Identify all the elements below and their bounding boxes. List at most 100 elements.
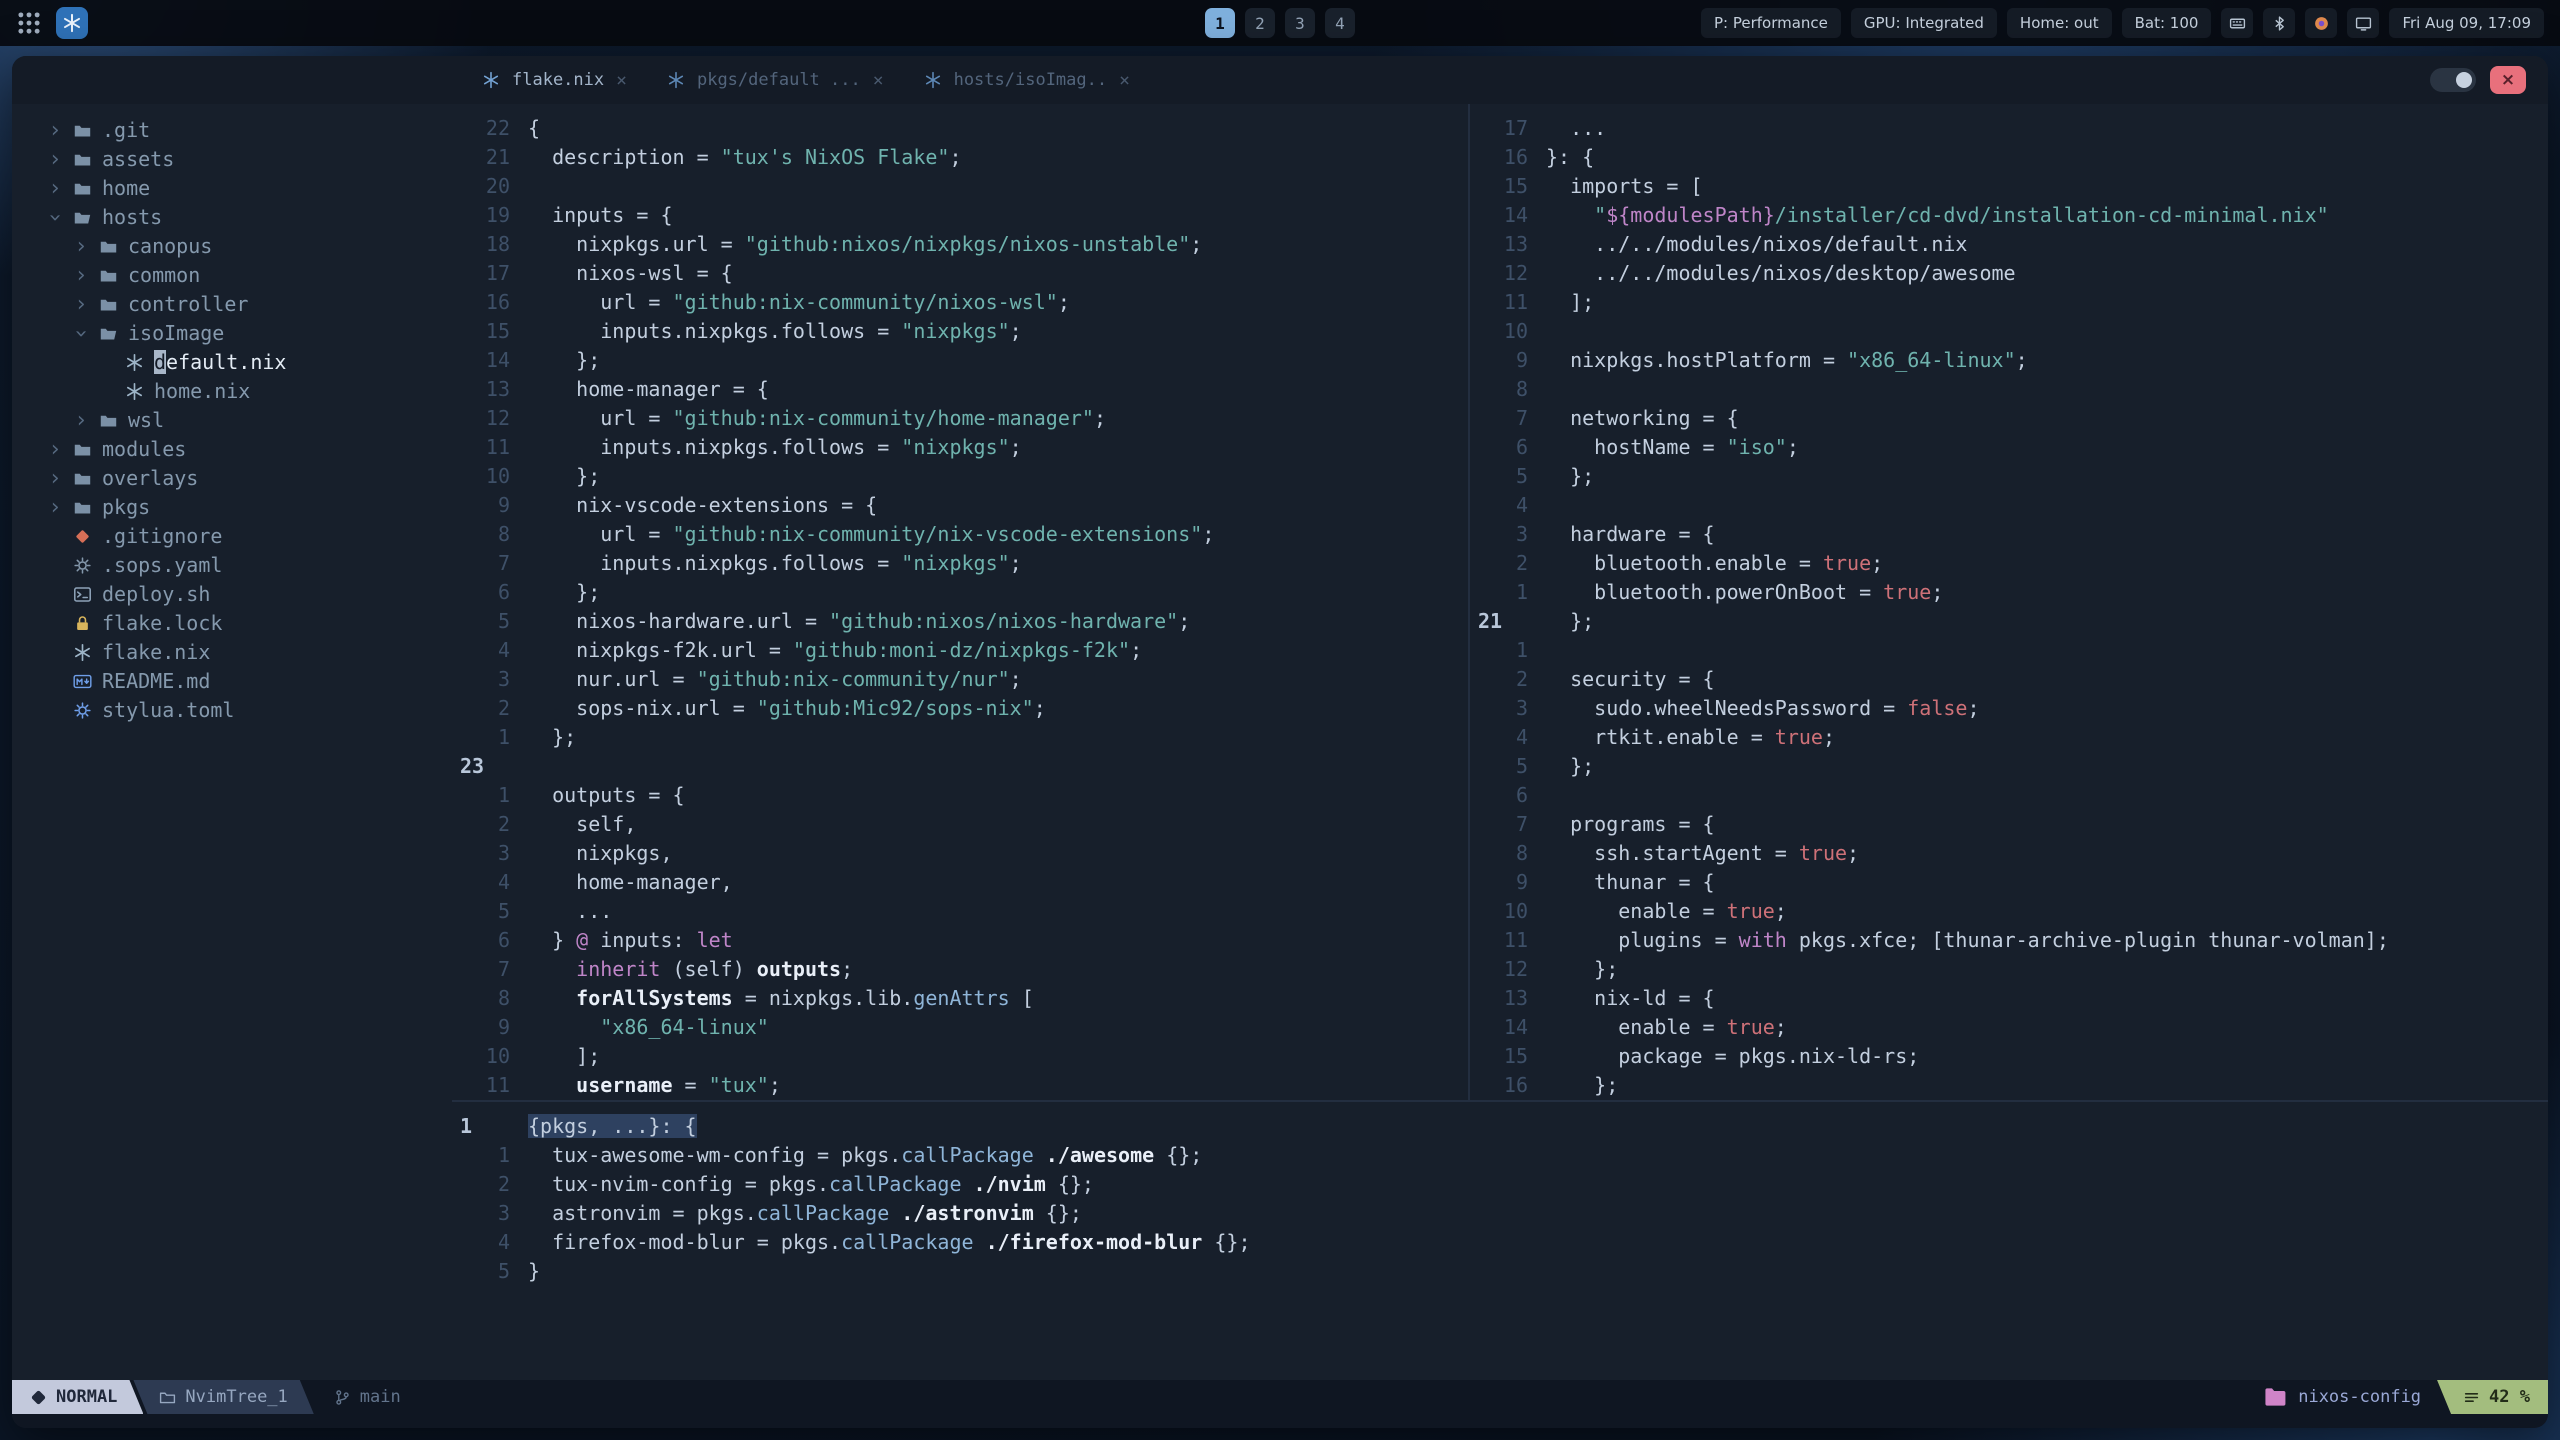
code-line[interactable]: 11 plugins = with pkgs.xfce; [thunar-arc… [1470, 926, 2548, 955]
code-line[interactable]: 16 url = "github:nix-community/nixos-wsl… [452, 288, 1468, 317]
workspace-button[interactable]: 3 [1285, 8, 1315, 38]
code-line[interactable]: 10 }; [452, 462, 1468, 491]
tree-item-flake.lock[interactable]: flake.lock [46, 609, 452, 638]
code-line[interactable]: 3 hardware = { [1470, 520, 2548, 549]
code-line[interactable]: 22 { [452, 114, 1468, 143]
code-line[interactable]: 9 nixpkgs.hostPlatform = "x86_64-linux"; [1470, 346, 2548, 375]
tab-close-icon[interactable]: × [616, 70, 627, 91]
code-line[interactable]: 5} [452, 1257, 2548, 1286]
chevron-icon[interactable]: › [46, 464, 64, 493]
code-line[interactable]: 1 }; [452, 723, 1468, 752]
code-line[interactable]: 7 inherit (self) outputs; [452, 955, 1468, 984]
launcher-icon[interactable] [16, 10, 42, 36]
workspace-button[interactable]: 1 [1205, 8, 1235, 38]
tree-item-common[interactable]: › common [72, 261, 452, 290]
theme-icon[interactable] [2305, 8, 2338, 38]
code-line[interactable]: 7 networking = { [1470, 404, 2548, 433]
code-line[interactable]: 4 [1470, 491, 2548, 520]
code-line[interactable]: 8 url = "github:nix-community/nix-vscode… [452, 520, 1468, 549]
code-line[interactable]: 11 inputs.nixpkgs.follows = "nixpkgs"; [452, 433, 1468, 462]
code-line[interactable]: 9 "x86_64-linux" [452, 1013, 1468, 1042]
code-line[interactable]: 5 }; [1470, 462, 2548, 491]
code-line[interactable]: 3 nur.url = "github:nix-community/nur"; [452, 665, 1468, 694]
code-line[interactable]: 10 ]; [452, 1042, 1468, 1071]
tree-item-wsl[interactable]: › wsl [72, 406, 452, 435]
tab-pkgs/default ...[interactable]: pkgs/default ... × [649, 62, 902, 99]
window-close-button[interactable]: × [2490, 66, 2526, 94]
code-line[interactable]: 3 nixpkgs, [452, 839, 1468, 868]
code-line[interactable]: 13 home-manager = { [452, 375, 1468, 404]
code-line[interactable]: 11 ]; [1470, 288, 2548, 317]
tab-close-icon[interactable]: × [873, 70, 884, 91]
code-line[interactable]: 17 nixos-wsl = { [452, 259, 1468, 288]
code-line[interactable]: 19 inputs = { [452, 201, 1468, 230]
code-line[interactable]: 4 firefox-mod-blur = pkgs.callPackage ./… [452, 1228, 2548, 1257]
code-line[interactable]: 6 }; [452, 578, 1468, 607]
code-line[interactable]: 6 hostName = "iso"; [1470, 433, 2548, 462]
code-line[interactable]: 9 nix-vscode-extensions = { [452, 491, 1468, 520]
code-line[interactable]: 1 outputs = { [452, 781, 1468, 810]
tree-item-modules[interactable]: › modules [46, 435, 452, 464]
code-line[interactable]: 5 ... [452, 897, 1468, 926]
distro-logo-icon[interactable] [56, 7, 88, 39]
code-line[interactable]: 7 programs = { [1470, 810, 2548, 839]
code-line[interactable]: 6 } @ inputs: let [452, 926, 1468, 955]
code-line[interactable]: 10 [1470, 317, 2548, 346]
code-line[interactable]: 17 ... [1470, 114, 2548, 143]
code-line[interactable]: 14 "${modulesPath}/installer/cd-dvd/inst… [1470, 201, 2548, 230]
chevron-icon[interactable]: › [72, 261, 90, 290]
code-line[interactable]: 13 nix-ld = { [1470, 984, 2548, 1013]
chevron-icon[interactable]: › [46, 145, 64, 174]
tree-item-home.nix[interactable]: home.nix [98, 377, 452, 406]
code-line[interactable]: 1 [1470, 636, 2548, 665]
chevron-icon[interactable]: › [72, 290, 90, 319]
code-line[interactable]: 1 {pkgs, ...}: { [452, 1112, 2548, 1141]
git-branch[interactable]: main [334, 1380, 401, 1414]
tree-item-README.md[interactable]: README.md [46, 667, 452, 696]
tree-item-stylua.toml[interactable]: stylua.toml [46, 696, 452, 725]
tree-item-canopus[interactable]: › canopus [72, 232, 452, 261]
code-line[interactable]: 16 }; [1470, 1071, 2548, 1100]
code-line[interactable]: 10 enable = true; [1470, 897, 2548, 926]
code-line[interactable]: 12 }; [1470, 955, 2548, 984]
chevron-icon[interactable]: › [46, 174, 64, 203]
code-line[interactable]: 16}: { [1470, 143, 2548, 172]
bluetooth-icon[interactable] [2263, 8, 2296, 38]
tree-item-.gitignore[interactable]: .gitignore [46, 522, 452, 551]
tree-item-flake.nix[interactable]: flake.nix [46, 638, 452, 667]
editor-left[interactable]: 22{21 description = "tux's NixOS Flake";… [452, 104, 1468, 1100]
tree-item-.git[interactable]: › .git [46, 116, 452, 145]
chevron-icon[interactable]: › [46, 435, 64, 464]
tree-item-deploy.sh[interactable]: deploy.sh [46, 580, 452, 609]
code-line[interactable]: 4 home-manager, [452, 868, 1468, 897]
chevron-icon[interactable]: › [72, 232, 90, 261]
code-line[interactable]: 20 [452, 172, 1468, 201]
code-line[interactable]: 15 package = pkgs.nix-ld-rs; [1470, 1042, 2548, 1071]
code-line[interactable]: 4 rtkit.enable = true; [1470, 723, 2548, 752]
code-line[interactable]: 21 }; [1470, 607, 2548, 636]
chevron-icon[interactable]: › [41, 209, 70, 227]
tree-item-home[interactable]: › home [46, 174, 452, 203]
code-line[interactable]: 2 self, [452, 810, 1468, 839]
tree-item-default.nix[interactable]: default.nix [98, 348, 452, 377]
code-line[interactable]: 4 nixpkgs-f2k.url = "github:moni-dz/nixp… [452, 636, 1468, 665]
tab-hosts/isoImag..[interactable]: hosts/isoImag.. × [906, 62, 1148, 99]
keyboard-icon[interactable] [2221, 8, 2254, 38]
tab-flake.nix[interactable]: flake.nix × [464, 62, 645, 99]
code-line[interactable]: 18 nixpkgs.url = "github:nixos/nixpkgs/n… [452, 230, 1468, 259]
code-line[interactable]: 6 [1470, 781, 2548, 810]
display-icon[interactable] [2347, 8, 2380, 38]
code-line[interactable]: 13 ../../modules/nixos/default.nix [1470, 230, 2548, 259]
code-line[interactable]: 8 ssh.startAgent = true; [1470, 839, 2548, 868]
code-line[interactable]: 2 security = { [1470, 665, 2548, 694]
editor-bottom[interactable]: 1 {pkgs, ...}: {1 tux-awesome-wm-config =… [452, 1100, 2548, 1380]
chevron-icon[interactable]: › [46, 116, 64, 145]
code-line[interactable]: 12 ../../modules/nixos/desktop/awesome [1470, 259, 2548, 288]
tree-item-assets[interactable]: › assets [46, 145, 452, 174]
tree-item-.sops.yaml[interactable]: .sops.yaml [46, 551, 452, 580]
code-line[interactable]: 14 }; [452, 346, 1468, 375]
workspace-button[interactable]: 2 [1245, 8, 1275, 38]
code-line[interactable]: 2 bluetooth.enable = true; [1470, 549, 2548, 578]
code-line[interactable]: 3 astronvim = pkgs.callPackage ./astronv… [452, 1199, 2548, 1228]
code-line[interactable]: 1 tux-awesome-wm-config = pkgs.callPacka… [452, 1141, 2548, 1170]
